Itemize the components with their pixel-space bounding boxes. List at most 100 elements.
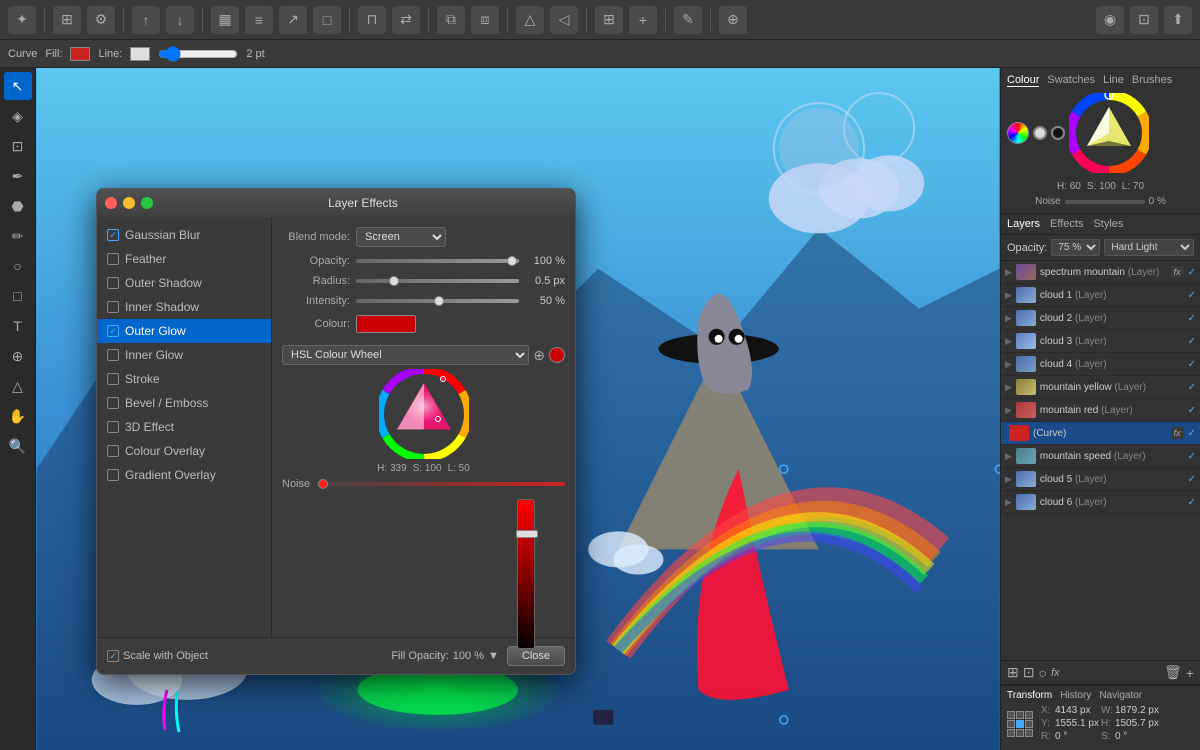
- line-tab[interactable]: Line: [1103, 74, 1124, 87]
- ref-pt[interactable]: [1016, 711, 1024, 719]
- small-color-wheel[interactable]: [1069, 93, 1149, 173]
- effect-bevel-emboss[interactable]: Bevel / Emboss: [97, 391, 271, 415]
- layer-mountain-speed[interactable]: ▶ mountain speed (Layer) ✓: [1001, 445, 1200, 468]
- layer-visible[interactable]: ✓: [1188, 313, 1196, 324]
- white-swatch[interactable]: [1033, 126, 1047, 140]
- ungroup-icon[interactable]: ⧈: [471, 6, 499, 34]
- node-tool[interactable]: ◈: [4, 102, 32, 130]
- gradient-tool[interactable]: △: [4, 372, 32, 400]
- layer-visible[interactable]: ✓: [1188, 290, 1196, 301]
- eyedropper-icon[interactable]: ⊕: [533, 347, 545, 364]
- brushes-tab[interactable]: Brushes: [1132, 74, 1172, 87]
- grid-icon[interactable]: ⊞: [53, 6, 81, 34]
- ref-pt[interactable]: [1025, 711, 1033, 719]
- brush-tool[interactable]: ⬣: [4, 192, 32, 220]
- layer-spectrum-mountain[interactable]: ▶ spectrum mountain (Layer) fx ✓: [1001, 261, 1200, 284]
- effect-gradient-overlay[interactable]: Gradient Overlay: [97, 463, 271, 487]
- gradient-overlay-checkbox[interactable]: [107, 469, 119, 481]
- intensity-thumb[interactable]: [434, 296, 444, 306]
- colour-swatch[interactable]: [356, 315, 416, 333]
- swatches-tab[interactable]: Swatches: [1047, 74, 1095, 87]
- shape-tool[interactable]: □: [4, 282, 32, 310]
- noise-thumb[interactable]: [318, 479, 328, 489]
- pencil-icon[interactable]: ✎: [674, 6, 702, 34]
- black-swatch[interactable]: [1051, 126, 1065, 140]
- triangle-icon[interactable]: △: [516, 6, 544, 34]
- effect-3d[interactable]: 3D Effect: [97, 415, 271, 439]
- fill-swatch[interactable]: [70, 47, 90, 61]
- wheel-type-select[interactable]: HSL Colour Wheel: [282, 345, 529, 365]
- layer-visible[interactable]: ✓: [1188, 428, 1196, 439]
- delete-icon[interactable]: 🗑: [1164, 664, 1182, 681]
- nav2-icon[interactable]: ⊡: [1130, 6, 1158, 34]
- flip-icon[interactable]: ⇄: [392, 6, 420, 34]
- hand-tool[interactable]: ✋: [4, 402, 32, 430]
- share-icon[interactable]: ⬆: [1164, 6, 1192, 34]
- layer-cloud2[interactable]: ▶ cloud 2 (Layer) ✓: [1001, 307, 1200, 330]
- bool-icon[interactable]: ⊕: [719, 6, 747, 34]
- ref-pt[interactable]: [1007, 729, 1015, 737]
- layers-icon[interactable]: ⊞: [1007, 664, 1019, 681]
- saturation-bar[interactable]: [517, 499, 535, 649]
- layer-visible[interactable]: ✓: [1188, 267, 1196, 278]
- hsl-color-wheel[interactable]: [379, 369, 469, 459]
- dialog-close-button[interactable]: Close: [507, 646, 565, 666]
- group-icon[interactable]: ⧉: [437, 6, 465, 34]
- line-width-slider[interactable]: [158, 46, 238, 62]
- layers-tab[interactable]: Layers: [1007, 218, 1040, 230]
- app-icon[interactable]: ✦: [8, 6, 36, 34]
- transform-tab[interactable]: Transform: [1007, 690, 1052, 701]
- effect-colour-overlay[interactable]: Colour Overlay: [97, 439, 271, 463]
- layer-curve[interactable]: (Curve) fx ✓: [1001, 422, 1200, 445]
- layer-visible[interactable]: ✓: [1188, 382, 1196, 393]
- image-icon[interactable]: ⊡: [1023, 664, 1035, 681]
- scale-checkbox[interactable]: ✓: [107, 650, 119, 662]
- transform-icon[interactable]: ↗: [279, 6, 307, 34]
- noise-slider[interactable]: [1065, 200, 1145, 204]
- layer-cloud4[interactable]: ▶ cloud 4 (Layer) ✓: [1001, 353, 1200, 376]
- select-tool[interactable]: ↖: [4, 72, 32, 100]
- snap-icon[interactable]: ⊞: [595, 6, 623, 34]
- view-icon[interactable]: ◉: [1096, 6, 1124, 34]
- 3d-effect-checkbox[interactable]: [107, 421, 119, 433]
- ref-pt[interactable]: [1007, 711, 1015, 719]
- blend-mode-select-panel[interactable]: Hard Light: [1104, 239, 1194, 256]
- upload-icon[interactable]: ↑: [132, 6, 160, 34]
- navigator-tab[interactable]: Navigator: [1099, 690, 1142, 701]
- ref-pt[interactable]: [1025, 720, 1033, 728]
- maximize-button[interactable]: [141, 197, 153, 209]
- back-icon[interactable]: ◁: [550, 6, 578, 34]
- effect-outer-shadow[interactable]: Outer Shadow: [97, 271, 271, 295]
- ref-pt[interactable]: [1016, 729, 1024, 737]
- eyedropper-tool[interactable]: ⊕: [4, 342, 32, 370]
- download-icon[interactable]: ↓: [166, 6, 194, 34]
- zoom-tool[interactable]: 🔍: [4, 432, 32, 460]
- bevel-emboss-checkbox[interactable]: [107, 397, 119, 409]
- outer-glow-checkbox[interactable]: ✓: [107, 325, 119, 337]
- rect-icon[interactable]: □: [313, 6, 341, 34]
- text-tool[interactable]: T: [4, 312, 32, 340]
- line-swatch[interactable]: [130, 47, 150, 61]
- pencil-tool[interactable]: ✏: [4, 222, 32, 250]
- effect-gaussian-blur[interactable]: ✓ Gaussian Blur: [97, 223, 271, 247]
- opacity-select[interactable]: 75 %: [1051, 239, 1100, 256]
- layer-visible[interactable]: ✓: [1188, 451, 1196, 462]
- mask-icon[interactable]: ○: [1038, 665, 1046, 681]
- canvas-area[interactable]: Layer Effects ✓ Gaussian Blur Feather: [36, 68, 1000, 750]
- saturation-handle[interactable]: [516, 530, 538, 538]
- effect-inner-shadow[interactable]: Inner Shadow: [97, 295, 271, 319]
- inner-shadow-checkbox[interactable]: [107, 301, 119, 313]
- settings-icon[interactable]: ⚙: [87, 6, 115, 34]
- layer-visible[interactable]: ✓: [1188, 474, 1196, 485]
- arrange-icon[interactable]: ⊓: [358, 6, 386, 34]
- ref-pt[interactable]: [1007, 720, 1015, 728]
- layer-cloud3[interactable]: ▶ cloud 3 (Layer) ✓: [1001, 330, 1200, 353]
- layer-mountain-yellow[interactable]: ▶ mountain yellow (Layer) ✓: [1001, 376, 1200, 399]
- outer-shadow-checkbox[interactable]: [107, 277, 119, 289]
- layer-visible[interactable]: ✓: [1188, 497, 1196, 508]
- paint-tool[interactable]: ○: [4, 252, 32, 280]
- effect-inner-glow[interactable]: Inner Glow: [97, 343, 271, 367]
- effect-outer-glow[interactable]: ✓ Outer Glow: [97, 319, 271, 343]
- effect-stroke[interactable]: Stroke: [97, 367, 271, 391]
- close-button[interactable]: [105, 197, 117, 209]
